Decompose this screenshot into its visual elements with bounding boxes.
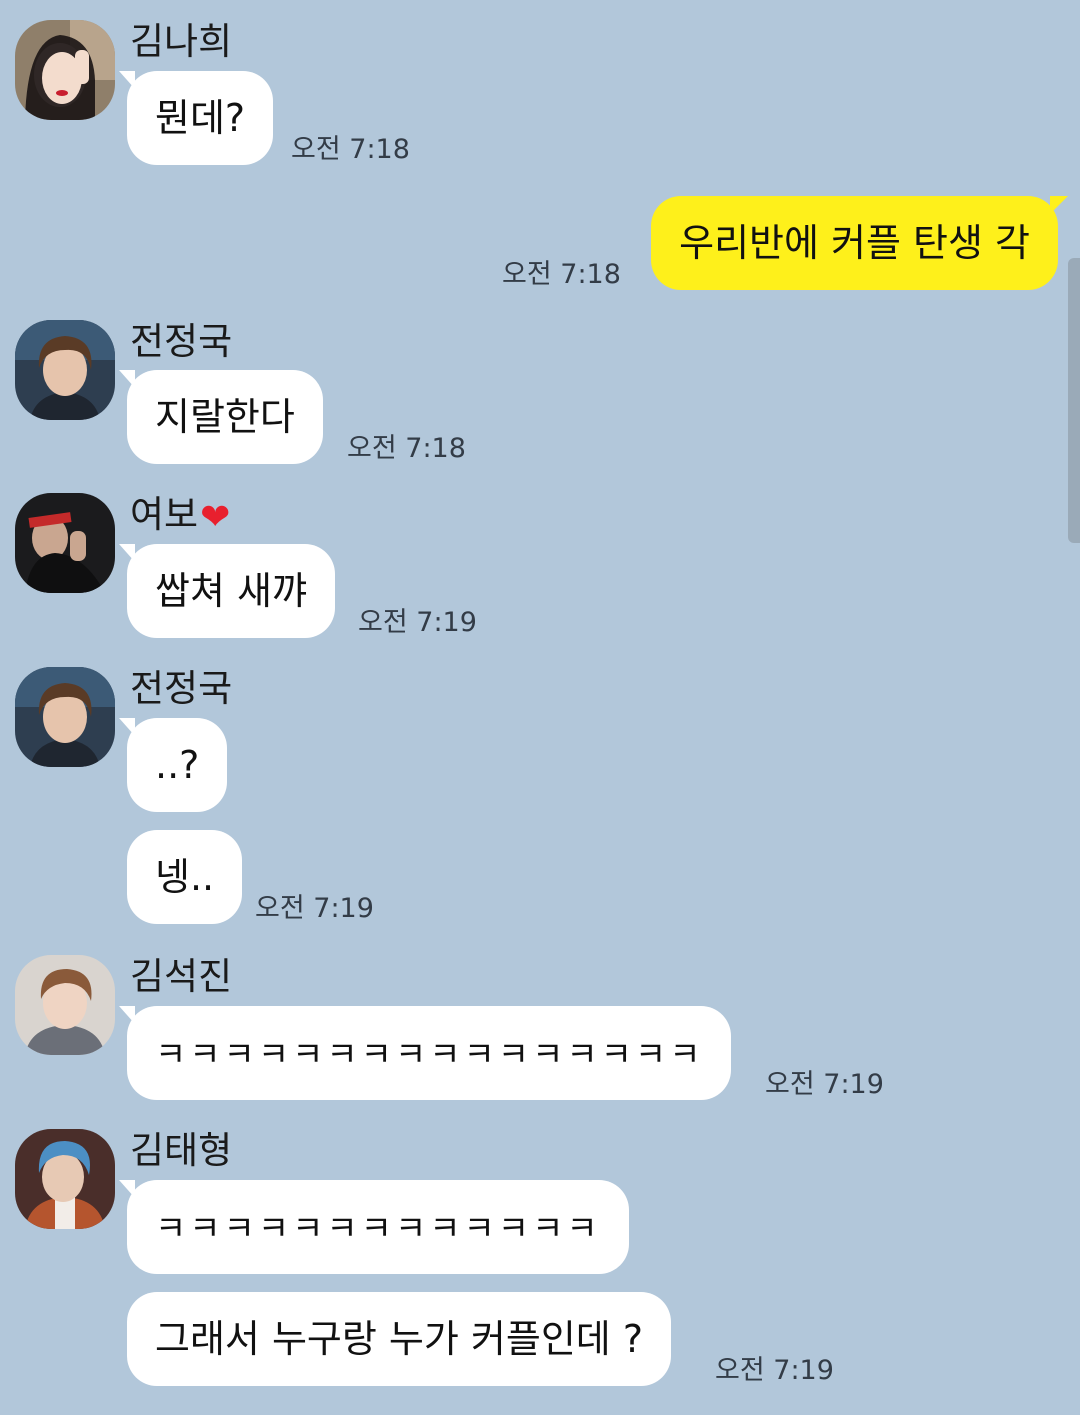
message-bubble[interactable]: 넹.. <box>127 830 243 924</box>
sender-name: 김석진 <box>130 955 233 998</box>
sender-name: 김태형 <box>130 1129 233 1172</box>
sender-name: 전정국 <box>130 667 233 710</box>
message-bubble[interactable]: 쌉쳐 새꺄 <box>119 544 335 638</box>
message-time: 오전 7:18 <box>347 433 466 464</box>
message-time: 오전 7:19 <box>358 607 477 638</box>
message-time: 오전 7:18 <box>291 134 410 165</box>
profile-photo-icon <box>15 20 115 120</box>
avatar-yeobo[interactable] <box>15 493 115 593</box>
message-text: 지랄한다 <box>155 395 295 439</box>
avatar-kim-seokjin[interactable] <box>15 955 115 1055</box>
message-bubble[interactable]: ㅋㅋㅋㅋㅋㅋㅋㅋㅋㅋㅋㅋㅋ <box>119 1180 629 1274</box>
message-text: 우리반에 커플 탄생 각 <box>679 221 1030 265</box>
scrollbar[interactable] <box>1068 258 1080 543</box>
sender-name: 김나희 <box>130 20 233 63</box>
avatar-jeon-jungkook[interactable] <box>15 320 115 420</box>
avatar-kim-nahee[interactable] <box>15 20 115 120</box>
message-text: ㅋㅋㅋㅋㅋㅋㅋㅋㅋㅋㅋㅋㅋㅋㅋㅋ <box>155 1035 704 1075</box>
message-time: 오전 7:18 <box>502 259 621 290</box>
bubble-tail <box>119 1006 135 1024</box>
message-bubble[interactable]: ..? <box>119 718 228 812</box>
message-text: ㅋㅋㅋㅋㅋㅋㅋㅋㅋㅋㅋㅋㅋ <box>155 1209 601 1249</box>
message-time: 오전 7:19 <box>715 1355 834 1386</box>
my-message-bubble[interactable]: 우리반에 커플 탄생 각 <box>651 196 1068 290</box>
message-text: ..? <box>155 743 200 787</box>
message-text: 쌉쳐 새꺄 <box>155 569 307 613</box>
sender-name-text: 여보 <box>130 493 199 536</box>
bubble-tail <box>119 71 135 89</box>
bubble-tail <box>119 718 135 736</box>
message-bubble[interactable]: 그래서 누구랑 누가 커플인데 ? <box>127 1292 672 1386</box>
message-time: 오전 7:19 <box>255 893 374 924</box>
message-time: 오전 7:19 <box>765 1069 884 1100</box>
message-text: 그래서 누구랑 누가 커플인데 ? <box>155 1317 644 1361</box>
message-bubble[interactable]: 뭔데? <box>119 71 274 165</box>
profile-photo-icon <box>15 320 115 420</box>
avatar-kim-taehyung[interactable] <box>15 1129 115 1229</box>
avatar-jeon-jungkook[interactable] <box>15 667 115 767</box>
sender-name: 전정국 <box>130 320 233 363</box>
sender-name: 여보❤ <box>130 493 230 540</box>
profile-photo-icon <box>15 1129 115 1229</box>
bubble-tail <box>119 544 135 562</box>
message-text: 뭔데? <box>155 96 246 140</box>
message-bubble[interactable]: ㅋㅋㅋㅋㅋㅋㅋㅋㅋㅋㅋㅋㅋㅋㅋㅋ <box>119 1006 732 1100</box>
bubble-tail <box>1050 196 1068 214</box>
bubble-tail <box>119 1180 135 1198</box>
bubble-tail <box>119 370 135 388</box>
profile-photo-icon <box>15 955 115 1055</box>
profile-photo-icon <box>15 667 115 767</box>
heart-icon: ❤ <box>200 497 231 538</box>
message-text: 넹.. <box>155 855 215 899</box>
profile-photo-icon <box>15 493 115 593</box>
message-bubble[interactable]: 지랄한다 <box>119 370 323 464</box>
